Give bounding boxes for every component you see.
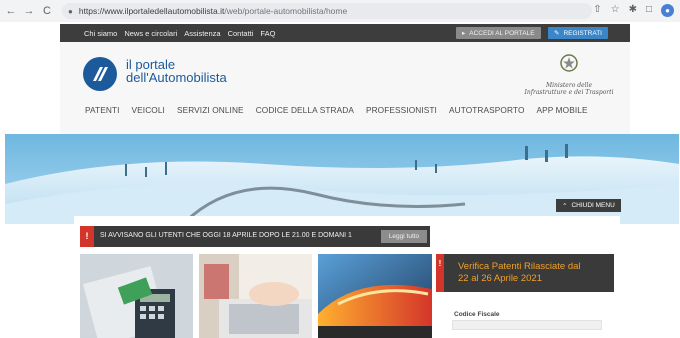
promo-flag: !: [436, 254, 444, 292]
nav-autotrasporto[interactable]: AUTOTRASPORTO: [449, 105, 525, 115]
login-button[interactable]: ▸ ACCEDI AL PORTALE: [456, 27, 541, 39]
link-news-circolari[interactable]: News e circolari: [124, 29, 177, 38]
register-button-label: REGISTRATI: [563, 29, 602, 37]
news-thumbnail-car[interactable]: [318, 254, 432, 338]
profile-avatar-icon[interactable]: ●: [661, 4, 674, 17]
alert-bar: ! SI AVVISANO GLI UTENTI CHE OGGI 18 APR…: [80, 226, 430, 247]
register-button[interactable]: ✎ REGISTRATI: [548, 27, 608, 39]
address-bar[interactable]: ● https://www.ilportaledellautomobilista…: [62, 3, 592, 19]
nav-codice-della-strada[interactable]: CODICE DELLA STRADA: [256, 105, 354, 115]
nav-professionisti[interactable]: PROFESSIONISTI: [366, 105, 437, 115]
site-header: il portale dell'Automobilista Ministero …: [60, 42, 630, 134]
promo-text: Verifica Patenti Rilasciate dal 22 al 26…: [458, 261, 581, 285]
news-thumbnail-calculator[interactable]: [80, 254, 193, 338]
main-navigation: PATENTI VEICOLI SERVIZI ONLINE CODICE DE…: [85, 105, 588, 115]
link-contatti[interactable]: Contatti: [228, 29, 254, 38]
link-chi-siamo[interactable]: Chi siamo: [84, 29, 117, 38]
nav-veicoli[interactable]: VEICOLI: [132, 105, 165, 115]
browser-toolbar: ← → C ● https://www.ilportaledellautomob…: [0, 0, 680, 22]
login-icon: ▸: [462, 30, 466, 37]
news-thumbnail-laptop[interactable]: [199, 254, 312, 338]
alert-text: SI AVVISANO GLI UTENTI CHE OGGI 18 APRIL…: [100, 232, 352, 239]
read-more-button[interactable]: Leggi tutto: [381, 230, 427, 243]
extensions-puzzle-icon[interactable]: ✱: [629, 4, 637, 17]
utility-links: Chi siamo News e circolari Assistenza Co…: [84, 29, 275, 38]
close-menu-label: CHIUDI MENU: [571, 202, 615, 209]
ministry-logo[interactable]: Ministero delle Infrastrutture e dei Tra…: [524, 52, 614, 96]
ministry-line-2: Infrastrutture e dei Trasporti: [524, 89, 614, 96]
bookmark-star-icon[interactable]: ☆: [611, 4, 620, 17]
italian-emblem-icon: [560, 54, 578, 72]
back-icon[interactable]: ←: [4, 4, 18, 18]
register-icon: ✎: [554, 30, 560, 37]
chevron-up-icon: ⌃: [562, 202, 568, 210]
browser-actions: ⇧ ☆ ✱ □ ●: [593, 4, 674, 17]
portal-logo-icon[interactable]: [83, 57, 117, 91]
share-icon[interactable]: ⇧: [593, 4, 601, 17]
promo-line-1: Verifica Patenti Rilasciate dal: [458, 261, 581, 272]
nav-patenti[interactable]: PATENTI: [85, 105, 120, 115]
nav-servizi-online[interactable]: SERVIZI ONLINE: [177, 105, 244, 115]
codice-fiscale-label: Codice Fiscale: [454, 311, 500, 318]
close-menu-button[interactable]: ⌃ CHIUDI MENU: [556, 199, 621, 212]
alert-flag: !: [80, 226, 94, 247]
ministry-line-1: Ministero delle: [545, 82, 593, 89]
nav-app-mobile[interactable]: APP MOBILE: [537, 105, 588, 115]
promo-line-2: 22 al 26 Aprile 2021: [458, 273, 542, 284]
forward-icon[interactable]: →: [22, 4, 36, 18]
promo-box[interactable]: ! Verifica Patenti Rilasciate dal 22 al …: [436, 254, 614, 292]
portal-logo-text[interactable]: il portale dell'Automobilista: [126, 58, 227, 84]
lock-icon: ●: [68, 6, 73, 16]
tab-window-icon[interactable]: □: [646, 4, 652, 17]
link-assistenza[interactable]: Assistenza: [184, 29, 220, 38]
url-host: https://www.ilportaledellautomobilista.i…: [78, 6, 225, 16]
logo-line-2: dell'Automobilista: [126, 70, 227, 85]
login-button-label: ACCEDI AL PORTALE: [469, 29, 535, 37]
url-path: /web/portale-automobilista/home: [224, 6, 348, 16]
codice-fiscale-input[interactable]: [452, 320, 602, 330]
reload-icon[interactable]: C: [40, 4, 54, 18]
utility-bar: Chi siamo News e circolari Assistenza Co…: [60, 24, 630, 42]
link-faq[interactable]: FAQ: [260, 29, 275, 38]
